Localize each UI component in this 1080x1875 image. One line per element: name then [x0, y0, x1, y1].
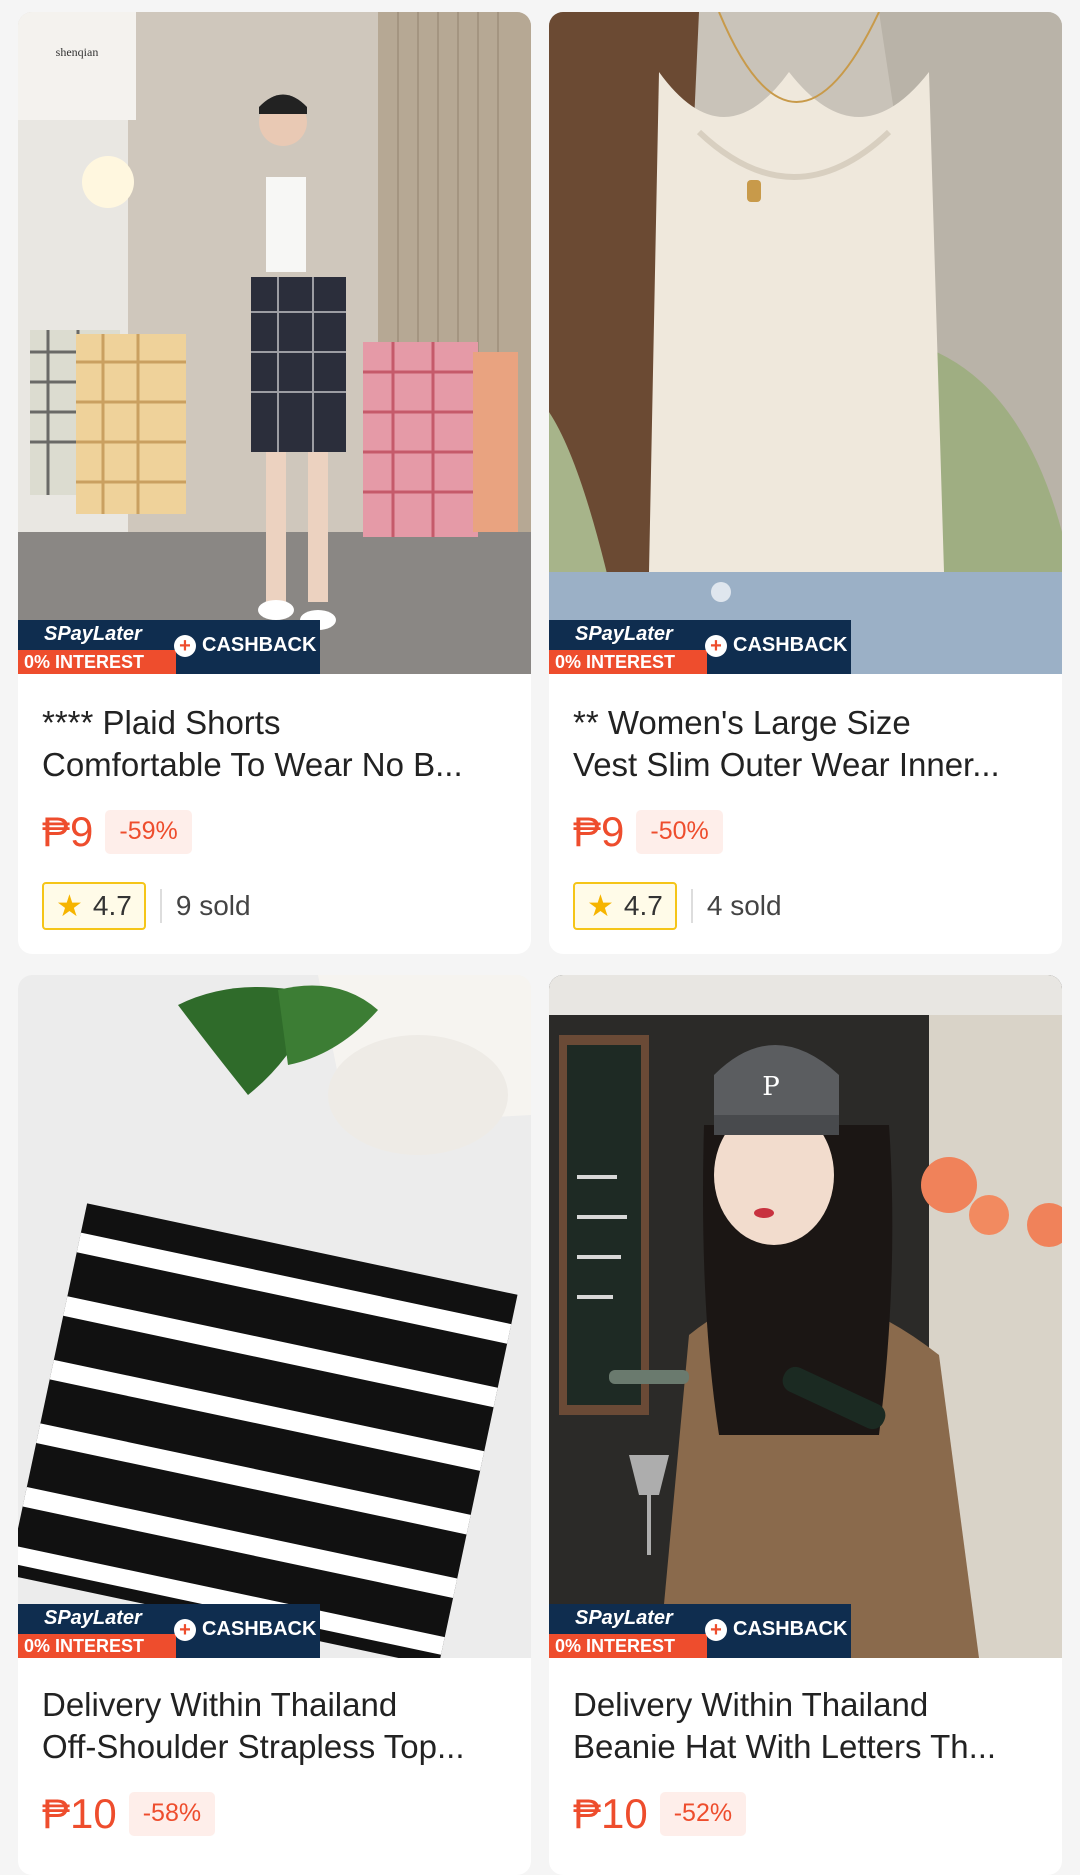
product-title[interactable]: **** Plaid Shorts Comfortable To Wear No…: [42, 702, 512, 786]
spaylater-label: SPayLater: [44, 623, 142, 645]
product-price: ₱9: [42, 808, 94, 855]
product-card[interactable]: SPayLater 0% INTEREST + CASHBACK ** Women…: [549, 12, 1062, 954]
discount-badge: -50%: [636, 810, 723, 854]
product-image[interactable]: SPayLater 0% INTEREST + CASHBACK: [549, 12, 1062, 674]
interest-label: 0% INTEREST: [549, 1634, 707, 1658]
sold-count: 9 sold: [175, 890, 251, 921]
star-icon: ★: [587, 889, 614, 923]
divider: [159, 889, 162, 923]
rating-value: 4.7: [623, 890, 663, 921]
product-title-line1: Delivery Within Thailand: [573, 1686, 929, 1723]
cashback-label: + CASHBACK: [705, 1618, 847, 1641]
rating-row: ★ 4.7 9 sold: [42, 882, 251, 930]
product-title-line2: Vest Slim Outer Wear Inner...: [573, 746, 1000, 783]
product-title-line1: Delivery Within Thailand: [42, 1686, 398, 1723]
interest-label: 0% INTEREST: [18, 1634, 176, 1658]
rating-value: 4.7: [92, 890, 132, 921]
product-card[interactable]: shenqian SPayLater 0% INTEREST + CASHBAC…: [18, 12, 531, 954]
interest-label: 0% INTEREST: [18, 650, 176, 674]
product-title-line2: Off-Shoulder Strapless Top...: [42, 1728, 465, 1765]
plus-icon: +: [174, 634, 196, 657]
plus-icon: +: [705, 1618, 727, 1641]
divider: [690, 889, 693, 923]
product-image[interactable]: shenqian SPayLater 0% INTEREST + CASHBAC…: [18, 12, 531, 674]
svg-text:P: P: [762, 1072, 780, 1102]
product-image[interactable]: P SPayLater 0% INTEREST + CASHBACK: [549, 975, 1062, 1658]
product-price: ₱10: [573, 1790, 648, 1837]
product-title[interactable]: Delivery Within Thailand Off-Shoulder St…: [42, 1684, 512, 1768]
brand-logo-text: shenqian: [56, 45, 99, 59]
plus-icon: +: [705, 634, 727, 657]
product-title-line2: Comfortable To Wear No B...: [42, 746, 463, 783]
product-grid: shenqian SPayLater 0% INTEREST + CASHBAC…: [0, 0, 1080, 1875]
spaylater-cashback-badge: SPayLater 0% INTEREST + CASHBACK: [549, 1604, 851, 1658]
spaylater-label: SPayLater: [575, 623, 673, 645]
product-title[interactable]: Delivery Within Thailand Beanie Hat With…: [573, 1684, 1043, 1768]
discount-badge: -52%: [659, 1792, 747, 1836]
cashback-label: + CASHBACK: [174, 1618, 316, 1641]
spaylater-cashback-badge: SPayLater 0% INTEREST + CASHBACK: [549, 620, 851, 674]
star-icon: ★: [56, 889, 83, 923]
product-card[interactable]: SPayLater 0% INTEREST + CASHBACK Delivery…: [18, 975, 531, 1875]
product-price: ₱9: [573, 808, 625, 855]
product-card[interactable]: P SPayLater 0% INTEREST + CASHBACK Delive…: [549, 975, 1062, 1875]
spaylater-cashback-badge: SPayLater 0% INTEREST + CASHBACK: [18, 1604, 320, 1658]
spaylater-cashback-badge: SPayLater 0% INTEREST + CASHBACK: [18, 620, 320, 674]
discount-badge: -59%: [105, 810, 192, 854]
interest-label: 0% INTEREST: [549, 650, 707, 674]
product-price-row: ₱9 -50%: [573, 808, 723, 856]
product-image[interactable]: SPayLater 0% INTEREST + CASHBACK: [18, 975, 531, 1658]
product-price-row: ₱10 -58%: [42, 1790, 216, 1838]
product-price-row: ₱10 -52%: [573, 1790, 747, 1838]
product-title-line1: ** Women's Large Size: [573, 704, 911, 741]
product-price: ₱10: [42, 1790, 117, 1837]
product-title[interactable]: ** Women's Large Size Vest Slim Outer We…: [573, 702, 1043, 786]
rating-badge: ★ 4.7: [573, 882, 677, 930]
product-title-line1: **** Plaid Shorts: [42, 704, 281, 741]
rating-badge: ★ 4.7: [42, 882, 146, 930]
plus-icon: +: [174, 1618, 196, 1641]
spaylater-label: SPayLater: [44, 1607, 142, 1629]
rating-row: ★ 4.7 4 sold: [573, 882, 782, 930]
cashback-label: + CASHBACK: [174, 634, 316, 657]
product-price-row: ₱9 -59%: [42, 808, 192, 856]
product-title-line2: Beanie Hat With Letters Th...: [573, 1728, 997, 1765]
cashback-label: + CASHBACK: [705, 634, 847, 657]
discount-badge: -58%: [128, 1792, 216, 1836]
spaylater-label: SPayLater: [575, 1607, 673, 1629]
sold-count: 4 sold: [706, 890, 782, 921]
